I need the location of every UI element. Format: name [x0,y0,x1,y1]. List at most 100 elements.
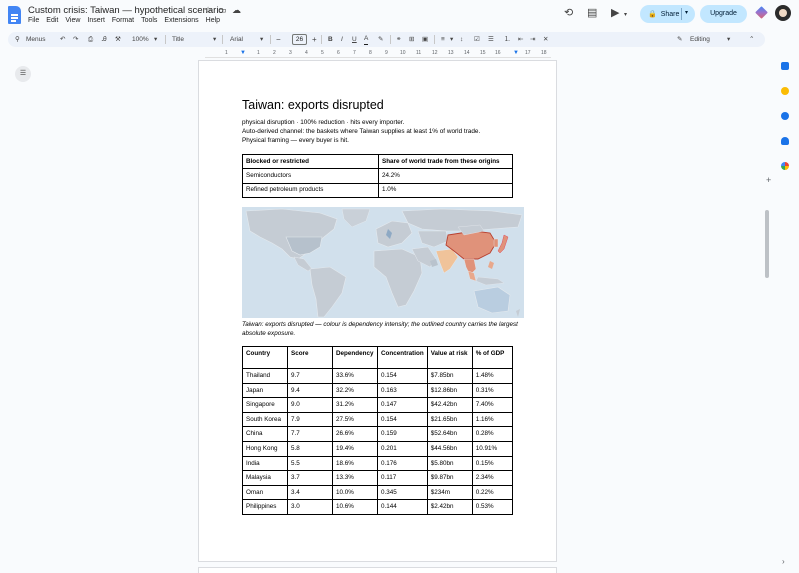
table-cell[interactable]: 33.6% [332,368,378,384]
increase-font-icon[interactable]: + [312,32,317,47]
table-header[interactable]: Dependency [332,346,378,369]
menu-help[interactable]: Help [206,17,220,24]
show-side-panel-icon[interactable]: › [782,557,785,566]
numbered-list-icon[interactable]: ⒈ [504,32,511,47]
docs-logo-icon[interactable] [8,6,21,24]
increase-indent-icon[interactable]: ⇥ [530,32,535,47]
table-cell[interactable]: 0.117 [377,470,428,486]
table-cell[interactable]: Malaysia [242,470,288,486]
table-cell[interactable]: 0.31% [471,382,514,399]
search-menus-icon[interactable]: ⚲ [15,32,20,47]
paint-format-icon[interactable]: ⚒ [115,32,121,47]
menu-view[interactable]: View [65,17,80,24]
star-icon[interactable]: ☆ [204,5,212,16]
table-cell[interactable]: 0.154 [377,411,428,428]
table-cell[interactable]: $2.42bn [426,499,473,515]
clear-formatting-icon[interactable]: ✕ [543,32,548,47]
table-header[interactable]: Share of world trade from these origins [378,153,513,170]
keep-icon[interactable] [781,87,789,95]
table-cell[interactable]: $12.86bn [426,382,473,399]
table-header[interactable]: Concentration [377,346,428,369]
table-cell[interactable]: $44.56bn [426,440,473,457]
table-cell[interactable]: 10.91% [471,440,514,457]
move-folder-icon[interactable]: ▭ [218,5,227,16]
table-cell[interactable]: 1.16% [471,411,514,428]
menu-tools[interactable]: Tools [141,17,157,24]
table-cell[interactable]: 9.4 [287,382,333,399]
table-cell[interactable]: 0.53% [471,499,514,515]
tasks-icon[interactable] [781,112,789,120]
underline-icon[interactable]: U [352,32,357,47]
table-cell[interactable]: 13.3% [332,470,378,486]
table-header[interactable]: Score [287,346,333,369]
highlight-icon[interactable]: ✎ [378,32,383,47]
table-cell[interactable]: Oman [242,484,288,501]
map-caption[interactable]: Taiwan: exports disrupted — colour is de… [242,320,527,338]
table-cell[interactable]: 0.28% [471,426,514,442]
table-cell[interactable]: South Korea [242,411,288,428]
undo-icon[interactable]: ↶ [60,32,65,47]
spellcheck-icon[interactable]: Ꭿ [102,32,107,47]
editing-mode-select[interactable]: Editing [690,32,710,47]
table-header[interactable]: Value at risk [426,346,473,369]
table-cell[interactable]: Semiconductors [242,168,379,184]
share-button[interactable]: 🔒 Share ▾ [640,5,695,23]
table-cell[interactable]: Japan [242,382,288,399]
font-size-input[interactable]: 26 [292,34,307,45]
left-indent-marker[interactable]: ▼ [240,50,246,56]
style-chevron-icon[interactable]: ▾ [213,32,216,47]
table-cell[interactable]: 24.2% [378,168,513,184]
document-title[interactable]: Custom crisis: Taiwan — hypothetical sce… [28,5,224,16]
document-outline-icon[interactable]: ☰ [15,66,31,82]
table-cell[interactable]: 27.5% [332,411,378,428]
meet-chevron-icon[interactable]: ▾ [624,9,627,22]
body-line[interactable]: Auto-derived channel: the baskets where … [242,128,480,135]
decrease-indent-icon[interactable]: ⇤ [518,32,523,47]
comment-add-icon[interactable]: ⊞ [409,32,414,47]
comments-icon[interactable]: ▤ [587,7,597,20]
style-select[interactable]: Title [172,32,184,47]
editing-mode-icon[interactable]: ✎ [677,32,682,47]
zoom-chevron-icon[interactable]: ▾ [154,32,157,47]
table-cell[interactable]: 3.4 [287,484,333,501]
table-cell[interactable]: 0.159 [377,426,428,442]
table-cell[interactable]: $5.80bn [426,455,473,472]
bulleted-list-icon[interactable]: ☰ [488,32,494,47]
right-indent-marker[interactable]: ▼ [513,50,519,56]
line-spacing-icon[interactable]: ↕ [460,32,463,47]
menu-edit[interactable]: Edit [46,17,58,24]
get-addons-icon[interactable]: + [766,175,771,185]
bold-icon[interactable]: B [328,32,333,47]
menu-format[interactable]: Format [112,17,134,24]
table-cell[interactable]: 0.345 [377,484,428,501]
table-cell[interactable]: 18.6% [332,455,378,472]
table-cell[interactable]: 0.22% [471,484,514,501]
menus-search[interactable]: Menus [26,32,46,47]
redo-icon[interactable]: ↷ [73,32,78,47]
link-icon[interactable]: ⚭ [396,32,401,47]
table-cell[interactable]: $9.87bn [426,470,473,486]
table-cell[interactable]: $42.42bn [426,397,473,413]
maps-icon[interactable] [781,162,789,170]
table-cell[interactable]: 1.0% [378,182,513,198]
document-heading[interactable]: Taiwan: exports disrupted [242,98,384,112]
collapse-toolbar-icon[interactable]: ⌃ [749,32,754,47]
table-cell[interactable]: 0.154 [377,368,428,384]
checklist-icon[interactable]: ☑ [474,32,480,47]
table-cell[interactable]: 1.48% [471,368,514,384]
table-cell[interactable]: Refined petroleum products [242,182,379,198]
table-cell[interactable]: 0.144 [377,499,428,515]
table-cell[interactable]: $234m [426,484,473,501]
upgrade-button[interactable]: Upgrade [700,5,747,23]
menu-extensions[interactable]: Extensions [164,17,198,24]
horizontal-ruler[interactable]: ▼ ▼ 1 1 2 3 4 5 6 7 8 9 10 11 12 13 14 1… [205,50,551,58]
table-cell[interactable]: Thailand [242,368,288,384]
table-header[interactable]: % of GDP [471,346,514,369]
table-cell[interactable]: 32.2% [332,382,378,399]
version-history-icon[interactable]: ⟲ [564,7,573,20]
table-cell[interactable]: 0.176 [377,455,428,472]
share-chevron-icon[interactable]: ▾ [685,9,688,16]
table-header[interactable]: Blocked or restricted [242,153,379,170]
font-select[interactable]: Arial [230,32,243,47]
table-cell[interactable]: Philippines [242,499,288,515]
